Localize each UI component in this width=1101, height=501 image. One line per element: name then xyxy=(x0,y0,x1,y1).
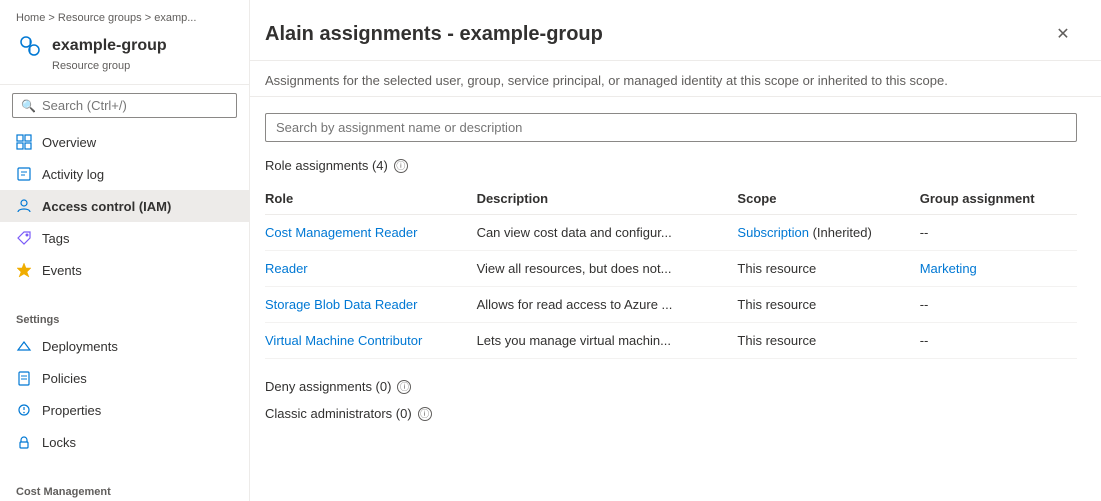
breadcrumb-resource-groups[interactable]: Resource groups xyxy=(58,12,142,24)
breadcrumb-current: examp... xyxy=(154,12,196,24)
sidebar-item-locks[interactable]: Locks xyxy=(0,426,249,458)
events-icon xyxy=(16,262,32,278)
resource-group-icon xyxy=(16,32,44,60)
sidebar-item-access-control[interactable]: Access control (IAM) xyxy=(0,190,249,222)
description-cell: Allows for read access to Azure ... xyxy=(477,287,738,323)
sidebar-item-deployments[interactable]: Deployments xyxy=(0,330,249,362)
col-role: Role xyxy=(265,183,477,215)
locks-icon xyxy=(16,434,32,450)
scope-suffix: (Inherited) xyxy=(809,225,872,240)
assignment-search-input[interactable] xyxy=(265,113,1077,142)
scope-cell: This resource xyxy=(737,287,919,323)
tags-label: Tags xyxy=(42,231,69,246)
sidebar-item-overview[interactable]: Overview xyxy=(0,126,249,158)
scope-cell: This resource xyxy=(737,251,919,287)
description-cell: Can view cost data and configur... xyxy=(477,215,738,251)
policies-label: Policies xyxy=(42,371,87,386)
table-row: Virtual Machine Contributor Lets you mana… xyxy=(265,323,1077,359)
deny-assignments-section: Deny assignments (0) ⓘ xyxy=(265,379,1077,394)
properties-label: Properties xyxy=(42,403,101,418)
sidebar-item-policies[interactable]: Policies xyxy=(0,362,249,394)
sidebar: Home > Resource groups > examp... exampl… xyxy=(0,0,250,501)
locks-label: Locks xyxy=(42,435,76,450)
description-cell: Lets you manage virtual machin... xyxy=(477,323,738,359)
group-assignment-cell: -- xyxy=(920,323,1077,359)
sidebar-title-row: example-group xyxy=(16,32,233,60)
sidebar-item-properties[interactable]: Properties xyxy=(0,394,249,426)
panel-title: Alain assignments - example-group xyxy=(265,23,603,46)
activity-log-label: Activity log xyxy=(42,167,104,182)
properties-icon xyxy=(16,402,32,418)
role-link[interactable]: Storage Blob Data Reader xyxy=(265,297,417,312)
iam-icon xyxy=(16,198,32,214)
settings-section-header: Settings xyxy=(0,302,249,330)
role-cell: Reader xyxy=(265,251,477,287)
breadcrumb: Home > Resource groups > examp... xyxy=(16,12,233,24)
role-cell: Storage Blob Data Reader xyxy=(265,287,477,323)
col-scope: Scope xyxy=(737,183,919,215)
role-cell: Virtual Machine Contributor xyxy=(265,323,477,359)
deployments-icon xyxy=(16,338,32,354)
classic-admins-info-icon[interactable]: ⓘ xyxy=(418,407,432,421)
sidebar-item-tags[interactable]: Tags xyxy=(0,222,249,254)
overview-icon xyxy=(16,134,32,150)
sidebar-item-events[interactable]: Events xyxy=(0,254,249,286)
panel-close-button[interactable]: ✕ xyxy=(1049,20,1077,48)
group-assignment-link[interactable]: Marketing xyxy=(920,261,977,276)
role-link[interactable]: Cost Management Reader xyxy=(265,225,417,240)
resource-group-subtitle: Resource group xyxy=(52,60,233,72)
role-link[interactable]: Reader xyxy=(265,261,308,276)
access-control-label: Access control (IAM) xyxy=(42,199,171,214)
table-row: Storage Blob Data Reader Allows for read … xyxy=(265,287,1077,323)
assignments-panel: Alain assignments - example-group ✕ Assi… xyxy=(250,0,1101,501)
sidebar-item-activity-log[interactable]: Activity log xyxy=(0,158,249,190)
panel-header: Alain assignments - example-group ✕ xyxy=(250,0,1101,61)
deployments-label: Deployments xyxy=(42,339,118,354)
role-assignments-section-label: Role assignments (4) ⓘ xyxy=(265,158,1077,173)
main-content: Alain assignments - example-group ✕ Assi… xyxy=(250,0,1101,501)
scope-link[interactable]: Subscription xyxy=(737,225,809,240)
role-link[interactable]: Virtual Machine Contributor xyxy=(265,333,422,348)
description-cell: View all resources, but does not... xyxy=(477,251,738,287)
overview-label: Overview xyxy=(42,135,96,150)
classic-admins-label: Classic administrators (0) xyxy=(265,406,412,421)
sidebar-header: Home > Resource groups > examp... exampl… xyxy=(0,0,249,85)
activity-log-icon xyxy=(16,166,32,182)
search-input[interactable] xyxy=(42,98,228,113)
role-cell: Cost Management Reader xyxy=(265,215,477,251)
classic-admins-section: Classic administrators (0) ⓘ xyxy=(265,406,1077,421)
group-assignment-cell: Marketing xyxy=(920,251,1077,287)
breadcrumb-home[interactable]: Home xyxy=(16,12,45,24)
role-assignments-info-icon[interactable]: ⓘ xyxy=(394,159,408,173)
panel-body: Role assignments (4) ⓘ Role Description … xyxy=(250,97,1101,501)
resource-group-title: example-group xyxy=(52,37,167,55)
events-label: Events xyxy=(42,263,82,278)
search-icon: 🔍 xyxy=(21,99,36,113)
search-box[interactable]: 🔍 xyxy=(12,93,237,118)
cost-section-header: Cost Management xyxy=(0,474,249,501)
group-assignment-cell: -- xyxy=(920,287,1077,323)
table-row: Cost Management Reader Can view cost data… xyxy=(265,215,1077,251)
table-header-row: Role Description Scope Group assignment xyxy=(265,183,1077,215)
table-row: Reader View all resources, but does not..… xyxy=(265,251,1077,287)
tags-icon xyxy=(16,230,32,246)
role-assignments-label-text: Role assignments (4) xyxy=(265,158,388,173)
deny-assignments-info-icon[interactable]: ⓘ xyxy=(397,380,411,394)
col-description: Description xyxy=(477,183,738,215)
policies-icon xyxy=(16,370,32,386)
role-assignments-table: Role Description Scope Group assignment … xyxy=(265,183,1077,359)
group-assignment-cell: -- xyxy=(920,215,1077,251)
scope-cell: Subscription (Inherited) xyxy=(737,215,919,251)
col-group-assignment: Group assignment xyxy=(920,183,1077,215)
deny-assignments-label: Deny assignments (0) xyxy=(265,379,391,394)
panel-description: Assignments for the selected user, group… xyxy=(250,61,1101,97)
scope-cell: This resource xyxy=(737,323,919,359)
